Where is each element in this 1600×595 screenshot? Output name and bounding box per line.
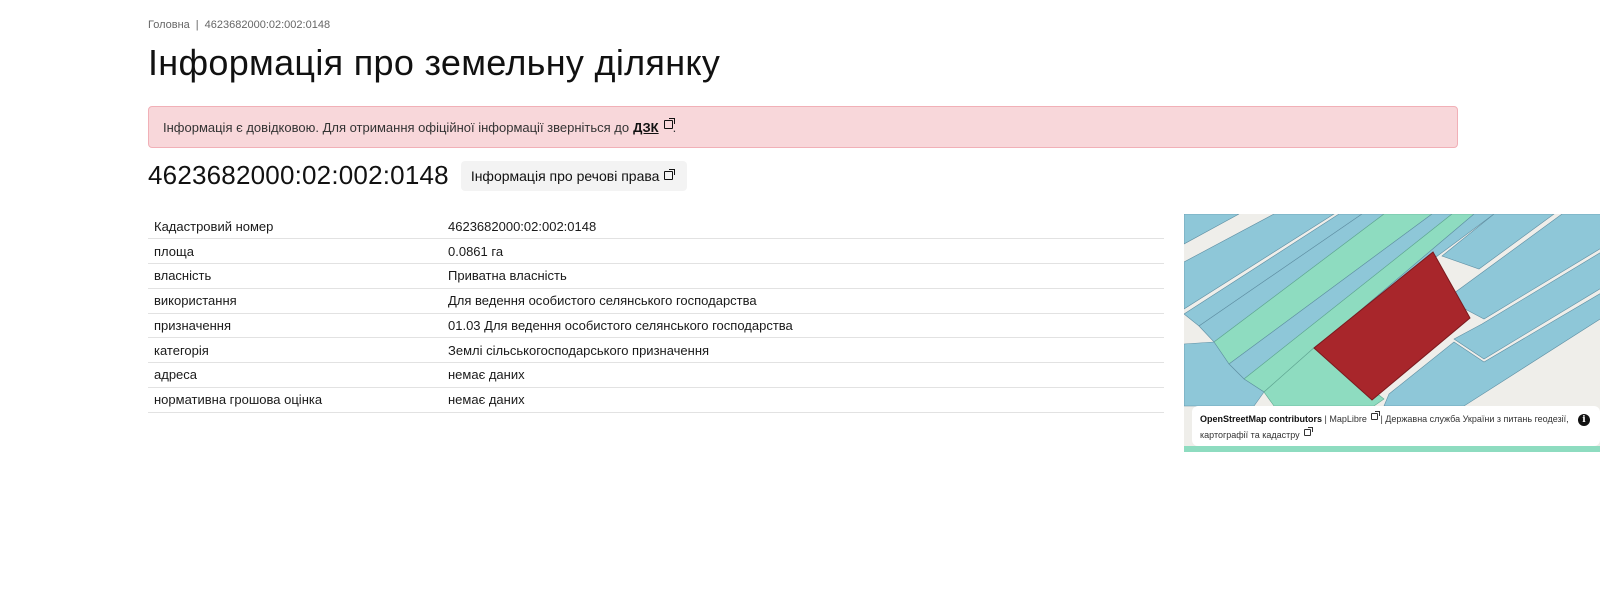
detail-key: призначення [148, 313, 442, 339]
detail-key: Кадастровий номер [148, 214, 442, 240]
breadcrumb: Головна | 4623682000:02:002:0148 [148, 19, 330, 31]
detail-key: площа [148, 238, 442, 264]
detail-key: використання [148, 288, 442, 314]
table-row: призначення 01.03 Для ведення особистого … [148, 313, 1164, 339]
parcel-header: 4623682000:02:002:0148 Інформація про ре… [148, 160, 688, 191]
table-row: категорія Землі сільськогосподарського пр… [148, 337, 1164, 363]
breadcrumb-current: 4623682000:02:002:0148 [204, 19, 331, 31]
detail-value: 0.0861 га [442, 238, 1164, 264]
detail-key: адреса [148, 362, 442, 388]
maplibre-attribution-link[interactable]: MapLibre [1329, 414, 1367, 424]
detail-key: власність [148, 263, 442, 289]
osm-attribution-link[interactable]: OpenStreetMap contributors [1200, 414, 1322, 424]
table-row: Кадастровий номер 4623682000:02:002:0148 [148, 214, 1164, 240]
info-icon[interactable]: i [1578, 414, 1590, 426]
alert-text: Інформація є довідковою. Для отримання о… [163, 119, 630, 135]
breadcrumb-separator: | [195, 19, 199, 31]
detail-value: Приватна власність [442, 263, 1164, 289]
detail-value: Землі сільськогосподарського призначення [442, 337, 1164, 363]
table-row: адреса немає даних [148, 362, 1164, 388]
page-title: Інформація про земельну ділянку [148, 42, 721, 83]
property-rights-button-label: Інформація про речові права [470, 167, 660, 184]
table-row: нормативна грошова оцінка немає даних [148, 387, 1164, 413]
table-row: використання Для ведення особистого селян… [148, 288, 1164, 314]
detail-value: 01.03 Для ведення особистого селянського… [442, 313, 1164, 339]
detail-value: 4623682000:02:002:0148 [442, 214, 1164, 240]
reference-info-alert: Інформація є довідковою. Для отримання о… [148, 106, 1458, 148]
detail-key: категорія [148, 337, 442, 363]
parcel-map[interactable]: OpenStreetMap contributors | MapLibre | … [1184, 214, 1600, 452]
dzk-link[interactable]: ДЗК [633, 117, 675, 135]
detail-key: нормативна грошова оцінка [148, 387, 442, 413]
detail-value: Для ведення особистого селянського госпо… [442, 288, 1164, 314]
table-row: власність Приватна власність [148, 263, 1164, 289]
detail-value: немає даних [442, 362, 1164, 388]
parcel-polygon [1184, 446, 1600, 452]
external-link-icon [1370, 411, 1380, 420]
breadcrumb-home-link[interactable]: Головна [148, 19, 190, 31]
attribution-separator: | [1380, 414, 1383, 424]
external-link-icon [1303, 427, 1313, 436]
external-link-icon [663, 117, 675, 129]
external-link-icon [664, 169, 676, 180]
detail-value: немає даних [442, 387, 1164, 413]
parcel-details-table: Кадастровий номер 4623682000:02:002:0148 … [148, 214, 1164, 413]
cadastral-number-heading: 4623682000:02:002:0148 [148, 160, 449, 190]
property-rights-button[interactable]: Інформація про речові права [460, 160, 688, 191]
attribution-separator: | [1324, 414, 1327, 424]
table-row: площа 0.0861 га [148, 238, 1164, 264]
map-attribution: OpenStreetMap contributors | MapLibre | … [1192, 406, 1600, 446]
dzk-link-label: ДЗК [633, 119, 659, 135]
